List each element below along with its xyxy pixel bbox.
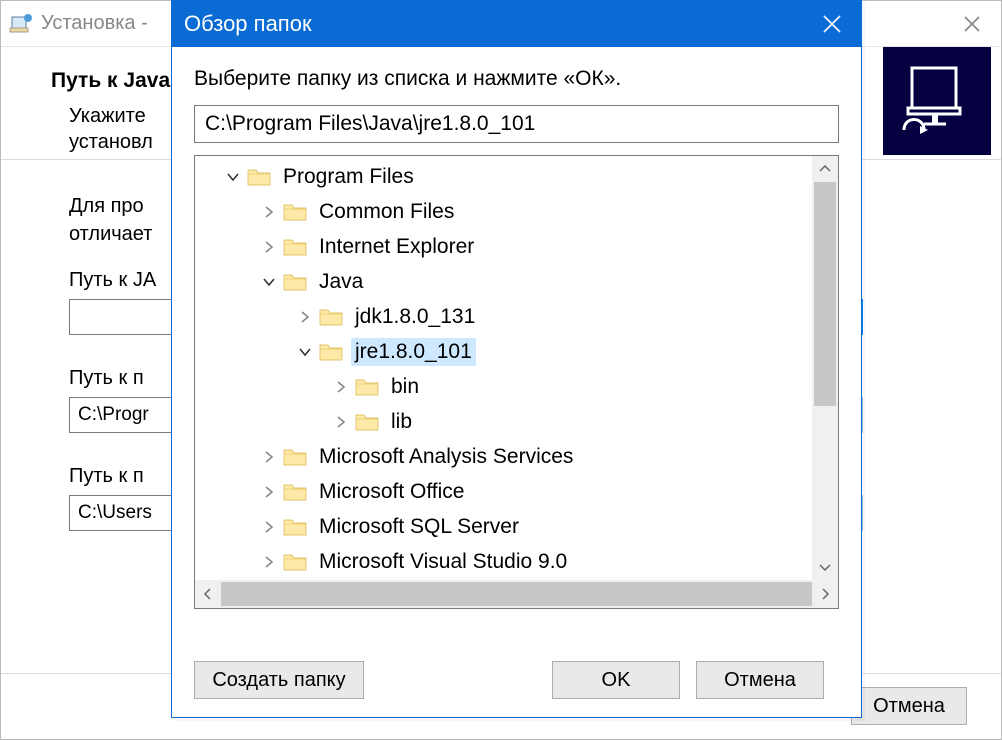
parent-title: Установка - (41, 12, 148, 35)
tree-node[interactable]: Microsoft SQL Server (195, 509, 812, 544)
installer-app-icon (7, 10, 35, 38)
folder-icon (247, 167, 271, 187)
tree-node[interactable]: Microsoft Office (195, 474, 812, 509)
tree-node[interactable]: bin (195, 369, 812, 404)
tree-node[interactable]: jdk1.8.0_131 (195, 299, 812, 334)
tree-node-label: lib (387, 408, 416, 436)
chevron-right-icon[interactable] (257, 200, 281, 224)
tree-vertical-scrollbar[interactable] (812, 156, 838, 580)
tree-node[interactable]: Microsoft Visual Studio 9.0 (195, 544, 812, 579)
page-heading: Путь к Java (51, 69, 170, 93)
folder-tree[interactable]: Program Files Common Files Internet Explor… (195, 156, 812, 580)
tree-node[interactable]: Program Files (195, 159, 812, 194)
folder-icon (283, 447, 307, 467)
folder-icon (355, 412, 379, 432)
chevron-right-icon[interactable] (329, 410, 353, 434)
folder-icon (355, 377, 379, 397)
ok-button[interactable]: OK (552, 661, 680, 699)
tree-node-label: Microsoft Office (315, 478, 468, 506)
tree-node[interactable]: Internet Explorer (195, 229, 812, 264)
chevron-right-icon[interactable] (257, 550, 281, 574)
new-folder-button[interactable]: Создать папку (194, 661, 364, 699)
tree-node-label: Microsoft Visual Studio 9.0 (315, 548, 571, 576)
path3-label: Путь к п (69, 465, 144, 488)
installer-hero-icon (883, 47, 991, 155)
path2-label: Путь к п (69, 367, 144, 390)
dialog-close-button[interactable] (803, 1, 861, 47)
folder-icon (283, 517, 307, 537)
tree-horizontal-scrollbar[interactable] (195, 580, 838, 608)
page-paragraph-2: отличает (69, 223, 152, 246)
dialog-title: Обзор папок (184, 11, 312, 37)
chevron-right-icon[interactable] (257, 445, 281, 469)
tree-node-label: Java (315, 268, 367, 296)
dialog-cancel-button[interactable]: Отмена (696, 661, 824, 699)
tree-node[interactable]: Common Files (195, 194, 812, 229)
parent-cancel-button[interactable]: Отмена (851, 687, 967, 725)
selected-path-input[interactable]: C:\Program Files\Java\jre1.8.0_101 (194, 105, 839, 143)
tree-node-label: Microsoft Analysis Services (315, 443, 577, 471)
browse-folder-dialog: Обзор папок Выберите папку из списка и н… (171, 0, 862, 718)
tree-node[interactable]: jre1.8.0_101 (195, 334, 812, 369)
chevron-right-icon[interactable] (257, 480, 281, 504)
tree-node-label: bin (387, 373, 423, 401)
tree-node-label: Common Files (315, 198, 458, 226)
scroll-up-arrow-icon[interactable] (812, 156, 838, 182)
scroll-left-arrow-icon[interactable] (195, 580, 221, 608)
tree-node-label: jdk1.8.0_131 (351, 303, 479, 331)
folder-icon (283, 552, 307, 572)
tree-node-label: Microsoft SQL Server (315, 513, 523, 541)
page-subtext-2: установл (69, 131, 153, 154)
dialog-titlebar: Обзор папок (172, 1, 861, 47)
folder-icon (283, 202, 307, 222)
dialog-prompt: Выберите папку из списка и нажмите «ОК». (194, 67, 621, 91)
chevron-down-icon[interactable] (293, 340, 317, 364)
tree-node-label: Internet Explorer (315, 233, 478, 261)
folder-icon (283, 237, 307, 257)
folder-icon (283, 272, 307, 292)
tree-node[interactable]: Java (195, 264, 812, 299)
chevron-down-icon[interactable] (257, 270, 281, 294)
folder-icon (283, 482, 307, 502)
tree-node-label: jre1.8.0_101 (351, 338, 476, 366)
chevron-right-icon[interactable] (257, 235, 281, 259)
tree-node[interactable]: Microsoft Analysis Services (195, 439, 812, 474)
chevron-right-icon[interactable] (257, 515, 281, 539)
chevron-down-icon[interactable] (221, 165, 245, 189)
parent-close-button[interactable] (943, 1, 1001, 47)
chevron-right-icon[interactable] (329, 375, 353, 399)
folder-icon (319, 307, 343, 327)
horizontal-scroll-thumb[interactable] (221, 582, 812, 606)
page-subtext-1: Укажите (69, 105, 146, 128)
java-path-label: Путь к JA (69, 269, 156, 292)
vertical-scroll-thumb[interactable] (814, 182, 836, 406)
folder-icon (319, 342, 343, 362)
tree-node-label: Program Files (279, 163, 418, 191)
scroll-right-arrow-icon[interactable] (812, 580, 838, 608)
scroll-down-arrow-icon[interactable] (812, 554, 838, 580)
tree-node[interactable]: lib (195, 404, 812, 439)
folder-tree-container: Program Files Common Files Internet Explor… (194, 155, 839, 609)
page-paragraph-1: Для про (69, 195, 144, 218)
chevron-right-icon[interactable] (293, 305, 317, 329)
